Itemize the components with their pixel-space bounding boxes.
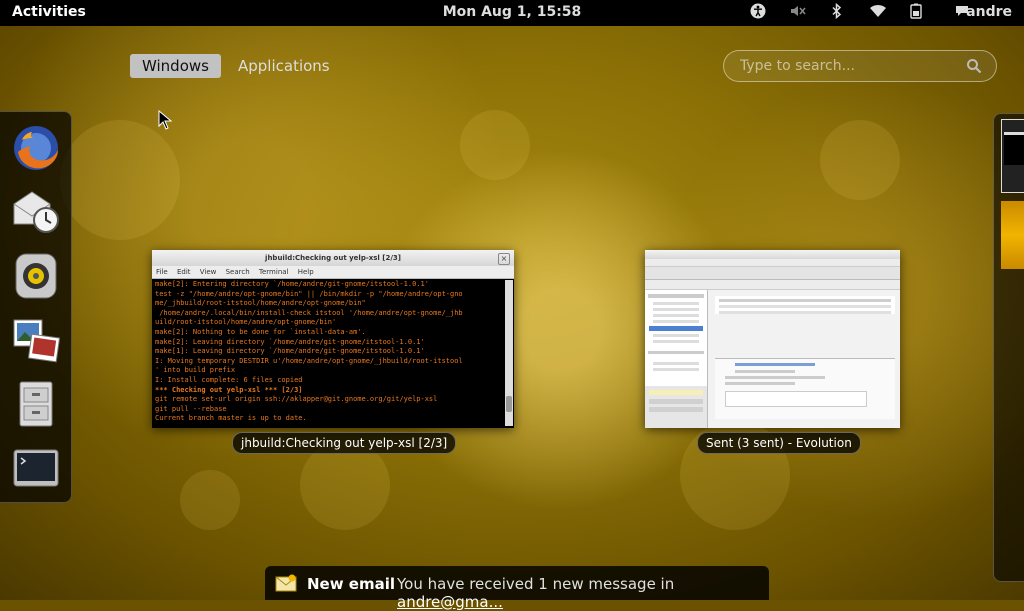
image-viewer-icon[interactable] <box>10 314 62 366</box>
file-manager-icon[interactable] <box>10 378 62 430</box>
menu-bar: File Edit View Search Terminal Help <box>152 266 514 279</box>
dash <box>0 111 72 503</box>
window-title: jhbuild:Checking out yelp-xsl [2/3] <box>152 250 514 266</box>
accessibility-icon[interactable] <box>750 3 766 23</box>
notification-banner[interactable]: New email You have received 1 new messag… <box>265 566 769 611</box>
tab-windows[interactable]: Windows <box>130 54 221 78</box>
terminal-output: make[2]: Entering directory `/home/andre… <box>155 280 463 423</box>
notification-body: You have received 1 new message in andre… <box>397 575 675 611</box>
mail-icon <box>275 574 297 596</box>
terminal-icon[interactable] <box>10 442 62 494</box>
volume-muted-icon[interactable] <box>789 3 807 23</box>
evolution-icon[interactable] <box>10 186 62 238</box>
search-box[interactable] <box>723 50 997 82</box>
menu-help[interactable]: Help <box>298 268 314 276</box>
menu-terminal[interactable]: Terminal <box>259 268 289 276</box>
mouse-cursor-icon <box>158 109 173 134</box>
user-menu[interactable]: andre <box>966 4 1012 20</box>
bluetooth-icon[interactable] <box>831 2 843 23</box>
wifi-icon[interactable] <box>869 3 887 23</box>
workspace-thumbnail[interactable] <box>1001 119 1024 193</box>
firefox-icon[interactable] <box>10 122 62 174</box>
battery-icon[interactable] <box>909 3 923 23</box>
workspace-thumbnail[interactable] <box>1001 201 1024 269</box>
notification-link[interactable]: andre@gma... <box>397 593 503 611</box>
clock[interactable]: Mon Aug 1, 15:58 <box>443 4 582 20</box>
notification-title: New email <box>307 575 396 593</box>
activities-button[interactable]: Activities <box>12 4 86 20</box>
scrollbar[interactable] <box>505 280 513 426</box>
close-icon[interactable]: × <box>498 253 510 265</box>
search-icon <box>966 58 982 78</box>
search-input[interactable] <box>738 57 962 75</box>
top-bar: Activities Mon Aug 1, 15:58 andre <box>0 0 1024 26</box>
evolution-window[interactable] <box>645 250 900 428</box>
terminal-window[interactable]: jhbuild:Checking out yelp-xsl [2/3] × Fi… <box>152 250 514 428</box>
workspace-switcher[interactable] <box>993 113 1024 582</box>
menu-edit[interactable]: Edit <box>177 268 191 276</box>
window-caption: Sent (3 sent) - Evolution <box>697 432 861 454</box>
menu-view[interactable]: View <box>200 268 217 276</box>
menu-search[interactable]: Search <box>226 268 250 276</box>
tab-applications[interactable]: Applications <box>226 54 342 78</box>
rhythmbox-icon[interactable] <box>10 250 62 302</box>
menu-file[interactable]: File <box>156 268 168 276</box>
window-caption: jhbuild:Checking out yelp-xsl [2/3] <box>232 432 457 454</box>
